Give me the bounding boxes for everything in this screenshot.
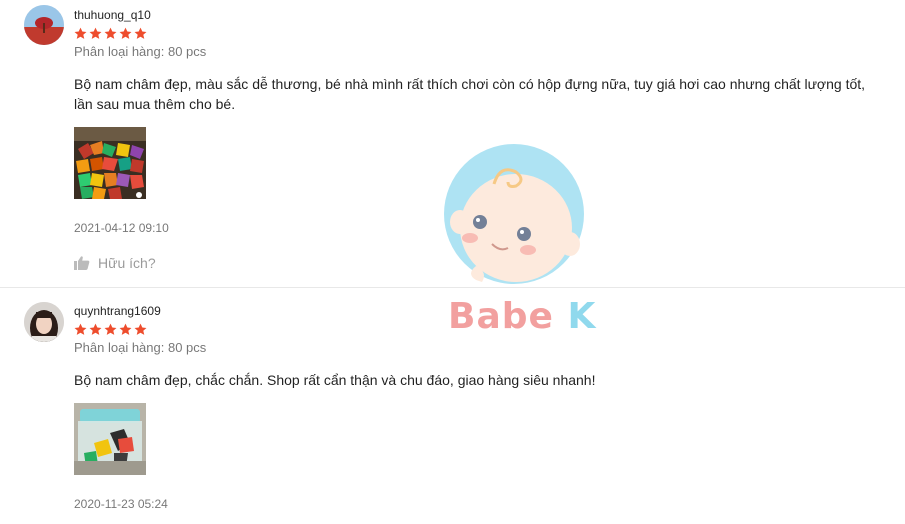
- star-icon: [119, 27, 132, 39]
- thumbs-up-icon: [74, 256, 90, 270]
- review-photo[interactable]: [74, 403, 146, 475]
- star-icon: [74, 27, 87, 39]
- star-icon: [89, 27, 102, 39]
- username[interactable]: quynhtrang1609: [74, 304, 885, 318]
- avatar-image: [24, 302, 64, 342]
- helpful-label: Hữu ích?: [98, 255, 156, 271]
- star-icon: [119, 323, 132, 335]
- review-timestamp: 2021-04-12 09:10: [74, 221, 169, 235]
- star-icon: [89, 323, 102, 335]
- review-timestamp: 2020-11-23 05:24: [74, 497, 168, 511]
- star-icon: [134, 27, 147, 39]
- review-photo-image: [74, 403, 146, 475]
- avatar[interactable]: [24, 5, 64, 45]
- avatar[interactable]: [24, 302, 64, 342]
- review-item: quynhtrang1609 Phân loại hàng: 80 pcs Bộ…: [0, 288, 905, 524]
- variation-label: Phân loại hàng: 80 pcs: [74, 44, 207, 59]
- review-photo-image: [74, 127, 146, 199]
- review-photo[interactable]: [74, 127, 146, 199]
- review-item: thuhuong_q10 Phân loại hàng: 80 pcs Bộ n…: [0, 0, 905, 288]
- star-icon: [104, 323, 117, 335]
- review-comment: Bộ nam châm đẹp, màu sắc dễ thương, bé n…: [74, 76, 866, 112]
- username[interactable]: thuhuong_q10: [74, 8, 885, 22]
- star-icon: [104, 27, 117, 39]
- avatar-image: [24, 5, 64, 45]
- star-icon: [74, 323, 87, 335]
- star-icon: [134, 323, 147, 335]
- variation-label: Phân loại hàng: 80 pcs: [74, 340, 207, 355]
- rating-stars: [74, 27, 885, 41]
- rating-stars: [74, 323, 885, 337]
- review-comment: Bộ nam châm đẹp, chắc chắn. Shop rất cẩn…: [74, 372, 596, 388]
- helpful-button[interactable]: Hữu ích?: [74, 255, 164, 271]
